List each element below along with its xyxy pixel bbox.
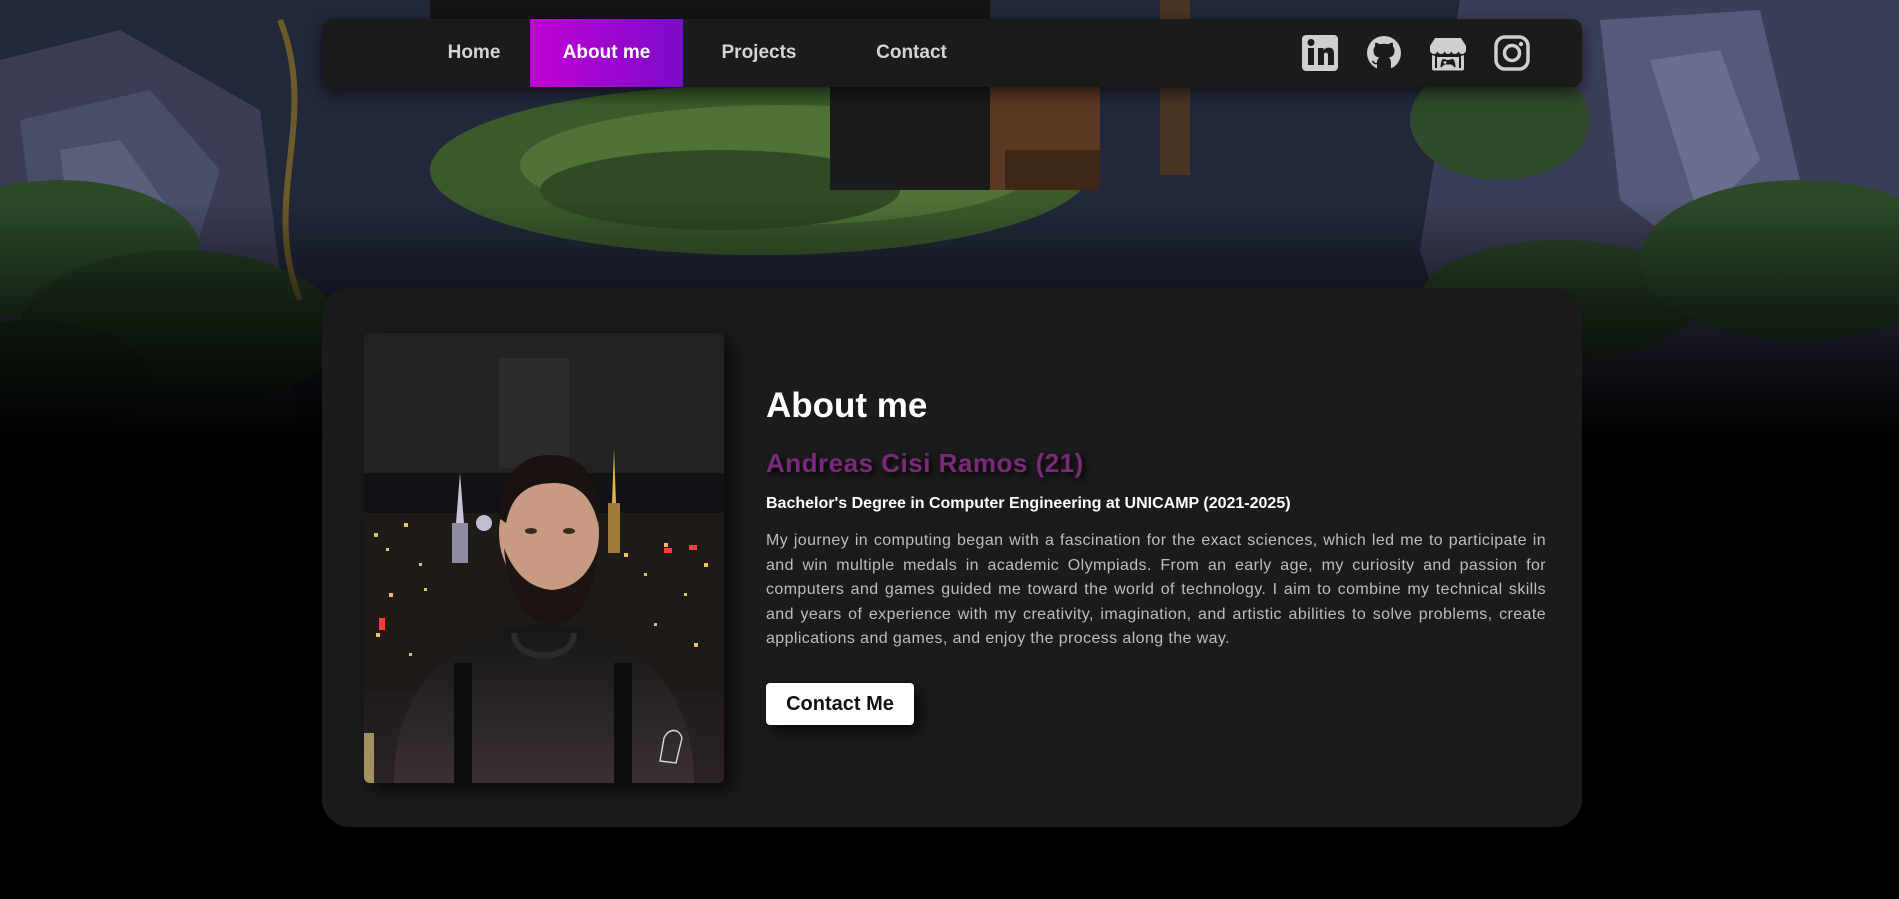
nav-home[interactable]: Home [398, 19, 550, 87]
contact-me-button[interactable]: Contact Me [766, 683, 914, 725]
about-title: About me [766, 386, 928, 425]
itch-io-icon[interactable] [1428, 33, 1468, 73]
top-navbar: Home About me Projects Contact [322, 19, 1582, 87]
name-and-age: Andreas Cisi Ramos (21) [766, 448, 1084, 478]
instagram-icon[interactable] [1492, 33, 1532, 73]
nav-about-me[interactable]: About me [530, 19, 683, 87]
degree-line: Bachelor's Degree in Computer Engineerin… [766, 495, 1291, 512]
nav-contact[interactable]: Contact [835, 19, 988, 87]
profile-photo [364, 333, 724, 783]
about-card: About me Andreas Cisi Ramos (21) Bachelo… [322, 288, 1582, 827]
linkedin-icon[interactable] [1300, 33, 1340, 73]
nav-projects[interactable]: Projects [683, 19, 835, 87]
bio-paragraph: My journey in computing began with a fas… [766, 532, 1546, 647]
github-icon[interactable] [1364, 33, 1404, 73]
